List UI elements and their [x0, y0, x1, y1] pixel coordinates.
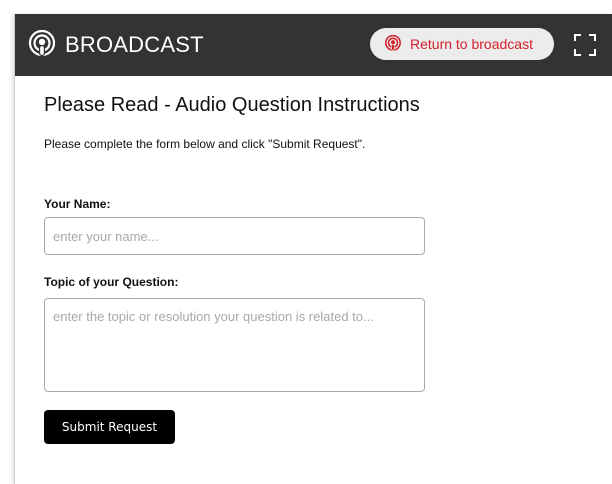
form-content: Please Read - Audio Question Instruction… — [15, 76, 612, 484]
name-input[interactable] — [44, 217, 425, 255]
instructions-text: Please complete the form below and click… — [44, 137, 366, 151]
podcast-broadcast-icon — [385, 35, 401, 51]
header-bar: BROADCAST Return to broadcast — [15, 14, 612, 76]
submit-request-button[interactable]: Submit Request — [44, 410, 175, 444]
return-to-broadcast-button[interactable]: Return to broadcast — [370, 28, 554, 60]
page-title: Please Read - Audio Question Instruction… — [44, 94, 420, 116]
topic-label: Topic of your Question: — [44, 275, 179, 289]
return-to-broadcast-label: Return to broadcast — [410, 36, 533, 52]
app-title: BROADCAST — [65, 32, 204, 57]
fullscreen-icon[interactable] — [574, 34, 596, 56]
topic-textarea[interactable] — [44, 298, 425, 392]
podcast-broadcast-icon — [28, 30, 56, 57]
name-label: Your Name: — [44, 197, 111, 211]
broadcast-panel: BROADCAST Return to broadcast Please Rea… — [14, 14, 612, 484]
